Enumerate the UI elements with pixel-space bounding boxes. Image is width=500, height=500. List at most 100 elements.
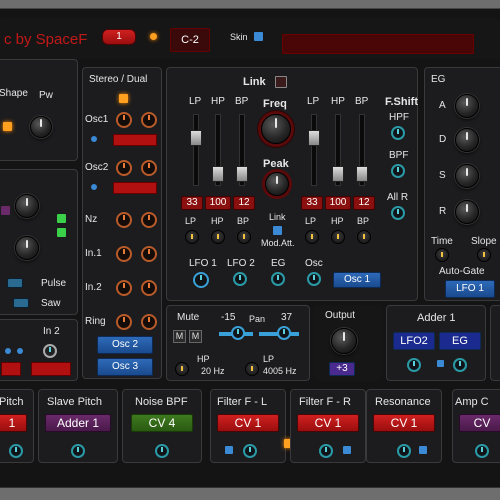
mod-slot-knob[interactable] bbox=[71, 444, 85, 458]
shape-led[interactable] bbox=[3, 122, 12, 131]
note-value-box[interactable]: C-2 bbox=[170, 28, 210, 52]
adder-led[interactable] bbox=[437, 360, 444, 367]
mod-slot-led[interactable] bbox=[225, 446, 233, 454]
link2-toggle[interactable] bbox=[273, 226, 282, 235]
osc2-button[interactable]: Osc 2 bbox=[97, 336, 153, 354]
mute-left-button[interactable]: M bbox=[173, 330, 186, 343]
lfo1-mod-knob[interactable] bbox=[193, 272, 209, 288]
right-hp-handle[interactable] bbox=[332, 166, 344, 182]
left-hp-value[interactable]: 100 bbox=[205, 196, 231, 210]
eg-mod-knob[interactable] bbox=[271, 272, 285, 286]
adder-knob-1[interactable] bbox=[407, 358, 421, 372]
output-value[interactable]: +3 bbox=[329, 362, 355, 376]
eg-decay-knob[interactable] bbox=[455, 128, 479, 152]
pulse-toggle[interactable] bbox=[7, 278, 23, 288]
osc2-knob-2[interactable] bbox=[141, 160, 157, 176]
right-lp-handle[interactable] bbox=[308, 130, 320, 146]
mod-slot-knob[interactable] bbox=[319, 444, 333, 458]
osc1-knob-2[interactable] bbox=[141, 112, 157, 128]
wave-knob-2[interactable] bbox=[15, 236, 39, 260]
wave-led-2[interactable] bbox=[57, 228, 66, 237]
eg-time-dial[interactable] bbox=[435, 248, 449, 262]
hpf-knob[interactable] bbox=[391, 126, 405, 140]
adder-knob-2[interactable] bbox=[453, 358, 467, 372]
mod-slot-button[interactable]: CV 1 bbox=[373, 414, 435, 432]
wave-led-3[interactable] bbox=[1, 206, 10, 215]
left-lp-slider[interactable] bbox=[193, 114, 199, 186]
mod-slot-knob[interactable] bbox=[9, 444, 23, 458]
osc1-led[interactable] bbox=[91, 136, 97, 142]
in2-led-2[interactable] bbox=[17, 348, 23, 354]
osc1-select-button[interactable]: Osc 1 bbox=[333, 272, 381, 288]
left-hp-handle[interactable] bbox=[212, 166, 224, 182]
left-bp-value[interactable]: 12 bbox=[233, 196, 255, 210]
eg-lfo1-button[interactable]: LFO 1 bbox=[445, 280, 495, 298]
bpf-knob[interactable] bbox=[391, 164, 405, 178]
osc2-knob-1[interactable] bbox=[116, 160, 132, 176]
osc2-led[interactable] bbox=[91, 184, 97, 190]
mod-slot-knob[interactable] bbox=[397, 444, 411, 458]
osc1-knob-1[interactable] bbox=[116, 112, 132, 128]
right-lp-slider[interactable] bbox=[311, 114, 317, 186]
allr-knob[interactable] bbox=[391, 206, 405, 220]
left-lower-lp-dial[interactable] bbox=[185, 230, 199, 244]
mod-slot-led[interactable] bbox=[419, 446, 427, 454]
osc3-button[interactable]: Osc 3 bbox=[97, 358, 153, 376]
wave-knob-1[interactable] bbox=[15, 194, 39, 218]
nz-knob-2[interactable] bbox=[141, 212, 157, 228]
left-lp-value[interactable]: 33 bbox=[181, 196, 203, 210]
mod-slot-button[interactable]: 1 bbox=[0, 414, 27, 432]
output-knob[interactable] bbox=[331, 328, 357, 354]
osc-mod-knob[interactable] bbox=[307, 272, 321, 286]
right-bp-handle[interactable] bbox=[356, 166, 368, 182]
freq-knob[interactable] bbox=[261, 114, 291, 144]
ring-knob-1[interactable] bbox=[116, 314, 132, 330]
left-bp-handle[interactable] bbox=[236, 166, 248, 182]
right-lp-value[interactable]: 33 bbox=[301, 196, 323, 210]
skin-toggle[interactable] bbox=[254, 32, 263, 41]
mod-slot-button[interactable]: CV 1 bbox=[297, 414, 359, 432]
eg-sustain-knob[interactable] bbox=[455, 164, 479, 188]
lfo2-mod-knob[interactable] bbox=[233, 272, 247, 286]
right-lower-hp-dial[interactable] bbox=[331, 230, 345, 244]
mod-slot-knob[interactable] bbox=[475, 444, 489, 458]
in2-knob-1[interactable] bbox=[116, 280, 132, 296]
mod-slot-knob[interactable] bbox=[155, 444, 169, 458]
right-lower-bp-dial[interactable] bbox=[357, 230, 371, 244]
right-lower-lp-dial[interactable] bbox=[305, 230, 319, 244]
in1-knob-1[interactable] bbox=[116, 246, 132, 262]
right-bp-value[interactable]: 12 bbox=[353, 196, 375, 210]
pw-knob[interactable] bbox=[30, 116, 52, 138]
adder-eg-button[interactable]: EG bbox=[439, 332, 481, 350]
hp-dial[interactable] bbox=[175, 362, 189, 376]
lp-dial[interactable] bbox=[245, 362, 259, 376]
stereo-led[interactable] bbox=[119, 94, 128, 103]
eg-attack-knob[interactable] bbox=[455, 94, 479, 118]
in1-knob-2[interactable] bbox=[141, 246, 157, 262]
mod-slot-button[interactable]: CV bbox=[459, 414, 500, 432]
pan-left-knob[interactable] bbox=[231, 326, 245, 340]
eg-slope-dial[interactable] bbox=[477, 248, 491, 262]
saw-toggle[interactable] bbox=[13, 298, 29, 308]
pan-right-knob[interactable] bbox=[277, 326, 291, 340]
filter-link-toggle[interactable] bbox=[275, 76, 287, 88]
wave-led-1[interactable] bbox=[57, 214, 66, 223]
left-lower-hp-dial[interactable] bbox=[211, 230, 225, 244]
in2-led-1[interactable] bbox=[5, 348, 11, 354]
left-lp-handle[interactable] bbox=[190, 130, 202, 146]
nz-knob-1[interactable] bbox=[116, 212, 132, 228]
in2-knob[interactable] bbox=[43, 344, 57, 358]
mod-slot-button[interactable]: Adder 1 bbox=[45, 414, 111, 432]
right-hp-value[interactable]: 100 bbox=[325, 196, 351, 210]
preset-number-button[interactable]: 1 bbox=[102, 29, 136, 45]
ring-knob-2[interactable] bbox=[141, 314, 157, 330]
adder-lfo2-button[interactable]: LFO2 bbox=[393, 332, 435, 350]
mod-slot-knob[interactable] bbox=[243, 444, 257, 458]
left-lower-bp-dial[interactable] bbox=[237, 230, 251, 244]
mod-slot-button[interactable]: CV 4 bbox=[131, 414, 193, 432]
peak-knob[interactable] bbox=[265, 172, 289, 196]
mod-slot-led[interactable] bbox=[343, 446, 351, 454]
mute-right-button[interactable]: M bbox=[189, 330, 202, 343]
mod-slot-button[interactable]: CV 1 bbox=[217, 414, 279, 432]
eg-release-knob[interactable] bbox=[455, 200, 479, 224]
